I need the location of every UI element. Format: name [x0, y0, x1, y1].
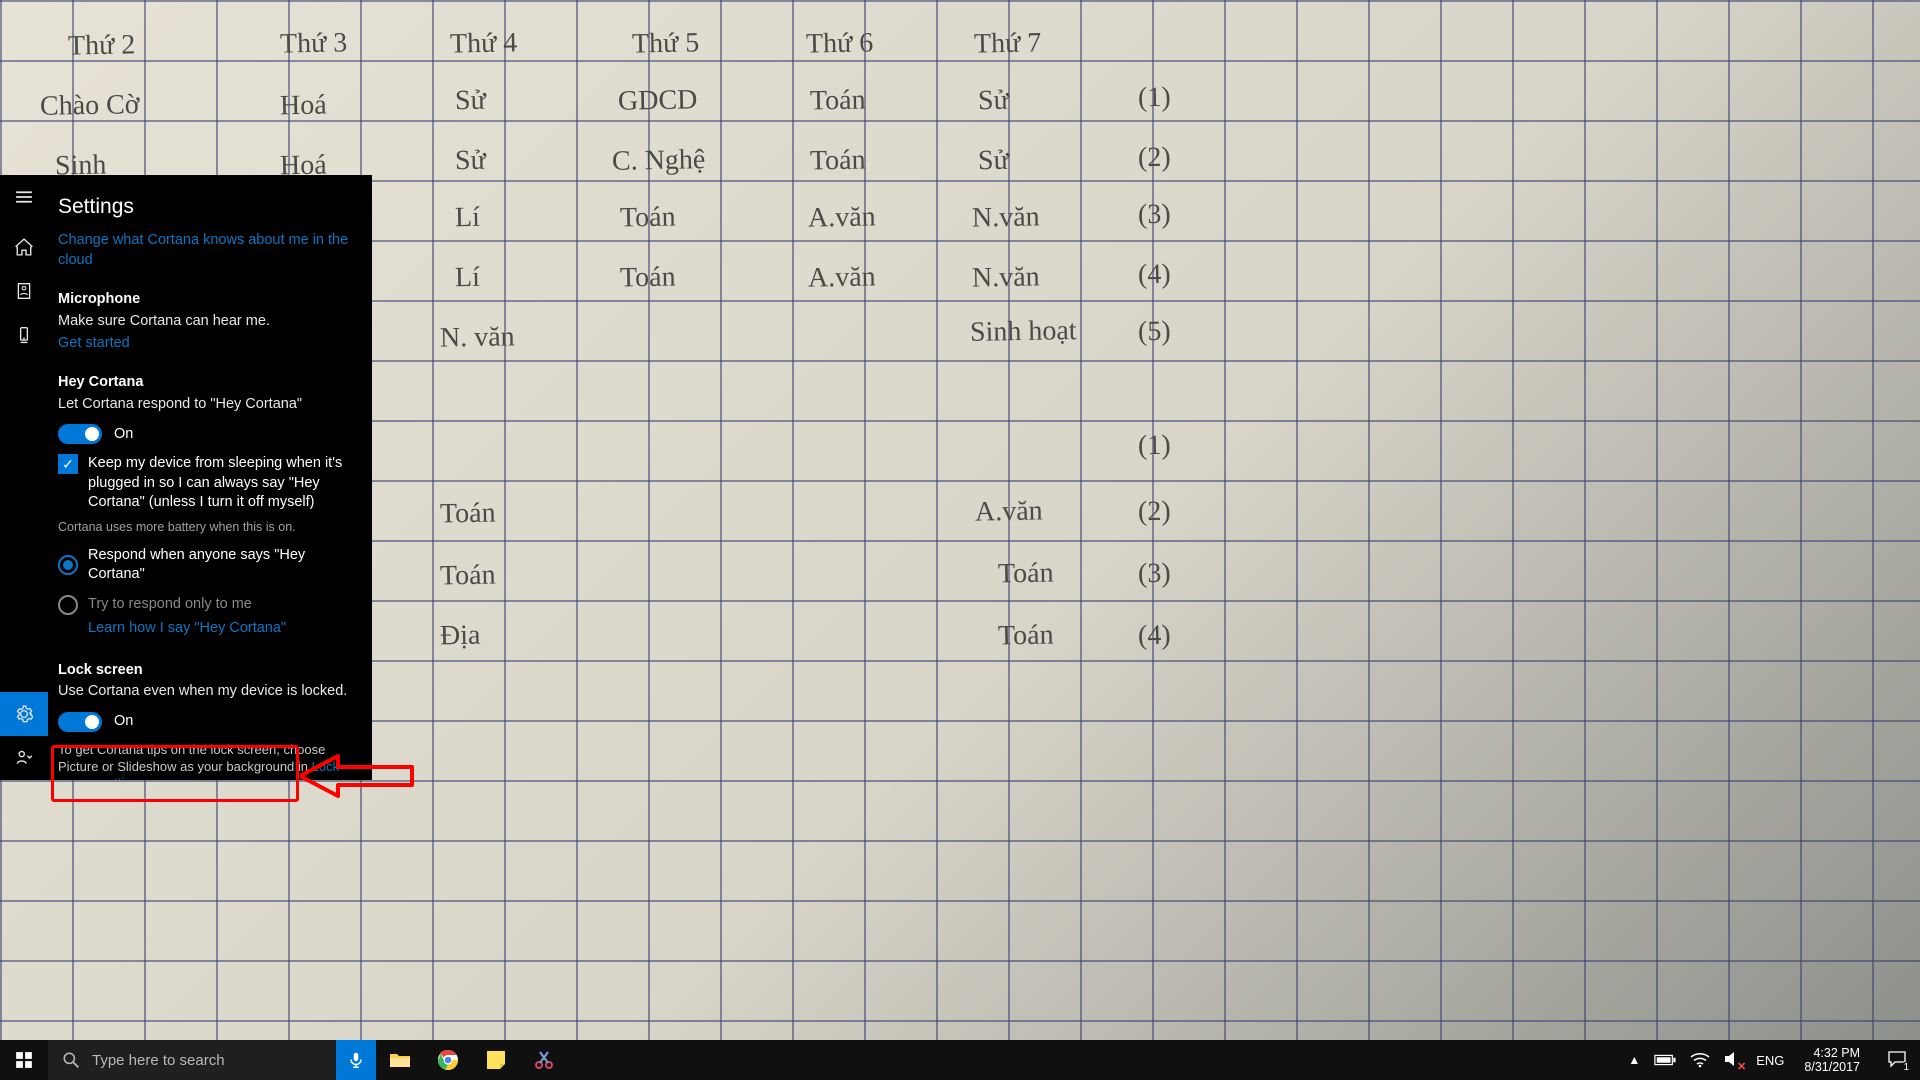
hw: (3): [1138, 199, 1171, 232]
hw: N.văn: [972, 261, 1040, 294]
annotation-highlight-box: [51, 745, 299, 802]
clock-date: 8/31/2017: [1804, 1060, 1860, 1074]
home-icon[interactable]: [0, 225, 48, 269]
hw: (3): [1138, 558, 1171, 591]
search-placeholder: Type here to search: [92, 1052, 225, 1069]
hw: Thứ 4: [450, 27, 518, 60]
hw: Chào Cờ: [40, 89, 140, 123]
hw: N. văn: [440, 321, 515, 354]
battery-icon[interactable]: [1654, 1051, 1676, 1069]
tray-chevron-up-icon[interactable]: ▲: [1628, 1053, 1640, 1067]
hw: C. Nghệ: [612, 144, 706, 178]
hw: A.văn: [808, 201, 876, 234]
hw: (5): [1138, 316, 1171, 349]
hw: Thứ 3: [280, 27, 348, 60]
hw: (4): [1138, 620, 1171, 653]
microphone-icon: [347, 1051, 365, 1069]
hw: (1): [1138, 82, 1171, 115]
notification-badge: 1: [1900, 1062, 1912, 1073]
cortana-panel: Settings Change what Cortana knows about…: [0, 175, 372, 780]
taskbar-clock[interactable]: 4:32 PM 8/31/2017: [1798, 1046, 1866, 1075]
hey-cortana-toggle[interactable]: [58, 424, 102, 444]
devices-icon[interactable]: [0, 313, 48, 357]
learn-voice-link[interactable]: Learn how I say "Hey Cortana": [88, 619, 352, 639]
hw: (2): [1138, 142, 1171, 175]
file-explorer-app[interactable]: [376, 1040, 424, 1080]
hw: Thứ 2: [68, 29, 136, 62]
hw: Thứ 6: [806, 27, 874, 60]
respond-me-radio[interactable]: [58, 595, 78, 615]
hw: N.văn: [972, 201, 1040, 234]
hw: Lí: [455, 262, 480, 294]
respond-anyone-radio[interactable]: [58, 555, 78, 575]
hw: Sử: [978, 145, 1009, 178]
action-center-button[interactable]: 1: [1880, 1050, 1914, 1071]
settings-title: Settings: [58, 193, 352, 221]
feedback-icon[interactable]: [0, 736, 48, 780]
system-tray: ▲ ✕ ENG 4:32 PM 8/31/2017 1: [1618, 1040, 1920, 1080]
respond-anyone-label: Respond when anyone says "Hey Cortana": [88, 546, 352, 585]
respond-me-label: Try to respond only to me: [88, 595, 252, 615]
language-indicator[interactable]: ENG: [1756, 1053, 1784, 1068]
hw: Sử: [978, 85, 1009, 118]
taskbar: Type here to search ▲ ✕ ENG 4:32 PM 8/31…: [0, 1040, 1920, 1080]
cortana-mic-button[interactable]: [336, 1040, 376, 1080]
lockscreen-text: Use Cortana even when my device is locke…: [58, 682, 352, 702]
hw: A.văn: [975, 495, 1043, 528]
hw: Toán: [998, 620, 1054, 653]
settings-gear-icon[interactable]: [0, 692, 48, 736]
cortana-body: Settings Change what Cortana knows about…: [48, 175, 372, 780]
hw: (4): [1138, 259, 1171, 292]
snipping-tool-app[interactable]: [520, 1040, 568, 1080]
taskbar-search[interactable]: Type here to search: [48, 1040, 336, 1080]
hw: Lí: [455, 202, 480, 234]
hw: Toán: [440, 498, 496, 531]
hw: Sinh hoạt: [970, 315, 1077, 349]
hw: Toán: [810, 85, 866, 118]
hw: Thứ 7: [974, 27, 1042, 60]
hw: Sử: [455, 85, 486, 118]
hw: Toán: [998, 558, 1054, 591]
hw: Sử: [455, 145, 486, 178]
keep-awake-checkbox[interactable]: ✓: [58, 454, 78, 474]
volume-icon[interactable]: ✕: [1724, 1050, 1742, 1071]
hw: (1): [1138, 430, 1171, 463]
hw: Toán: [810, 145, 866, 178]
microphone-text: Make sure Cortana can hear me.: [58, 312, 352, 332]
lockscreen-heading: Lock screen: [58, 661, 352, 681]
hw: Địa: [440, 620, 481, 653]
annotation-arrow-icon: [300, 753, 420, 799]
notebook-icon[interactable]: [0, 269, 48, 313]
lockscreen-toggle-label: On: [114, 712, 133, 732]
chrome-app[interactable]: [424, 1040, 472, 1080]
sticky-notes-app[interactable]: [472, 1040, 520, 1080]
cortana-side-rail: [0, 175, 48, 780]
hw: Thứ 5: [632, 27, 700, 60]
search-icon: [62, 1051, 80, 1069]
microphone-heading: Microphone: [58, 290, 352, 310]
lockscreen-toggle[interactable]: [58, 712, 102, 732]
battery-hint: Cortana uses more battery when this is o…: [58, 519, 352, 536]
hw: GDCD: [618, 84, 698, 117]
hw: Toán: [440, 560, 496, 593]
keep-awake-label: Keep my device from sleeping when it's p…: [88, 454, 352, 513]
cloud-link[interactable]: Change what Cortana knows about me in th…: [58, 231, 352, 270]
hw: Toán: [620, 262, 676, 295]
hw: Toán: [620, 202, 676, 235]
hw: Hoá: [280, 90, 327, 123]
hw: (2): [1138, 496, 1171, 529]
hey-cortana-heading: Hey Cortana: [58, 373, 352, 393]
hamburger-icon[interactable]: [0, 175, 48, 219]
clock-time: 4:32 PM: [1804, 1046, 1860, 1060]
hey-cortana-text: Let Cortana respond to "Hey Cortana": [58, 395, 352, 415]
hw: A.văn: [808, 261, 876, 294]
wifi-icon[interactable]: [1690, 1051, 1710, 1069]
hey-cortana-toggle-label: On: [114, 425, 133, 445]
start-button[interactable]: [0, 1040, 48, 1080]
get-started-link[interactable]: Get started: [58, 334, 352, 354]
